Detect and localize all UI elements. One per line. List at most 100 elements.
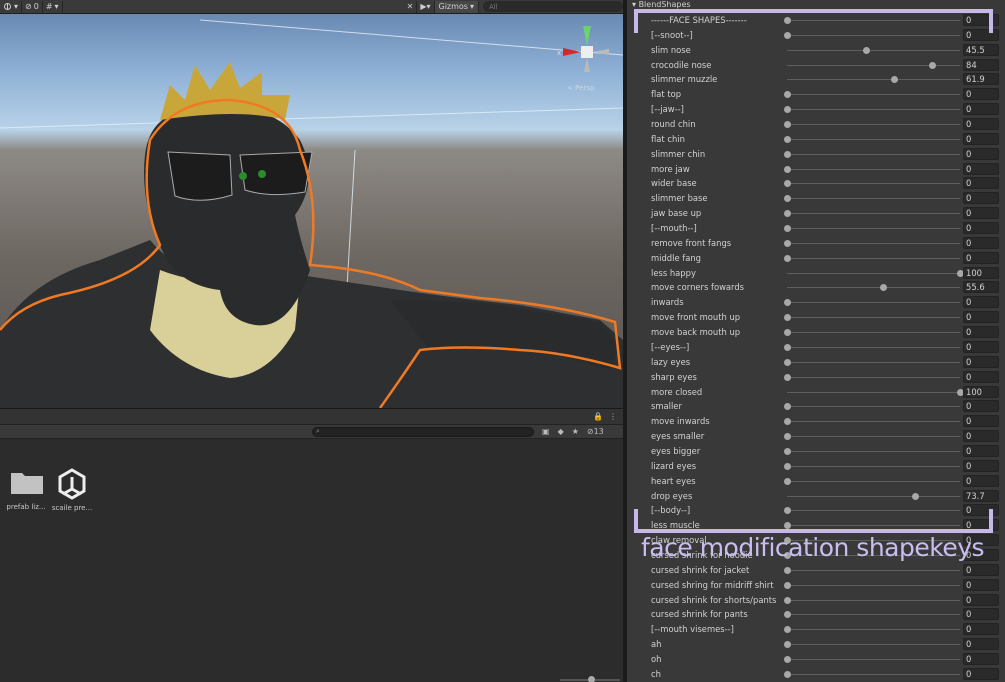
blendshape-slider-track[interactable] [787,183,960,185]
blendshape-slider-handle[interactable] [784,195,791,203]
blendshape-value-field[interactable]: 100 [963,266,999,279]
blendshape-slider-handle[interactable] [784,225,791,233]
blendshape-slider-track[interactable] [787,153,960,155]
blendshape-slider-handle[interactable] [784,254,791,262]
blendshape-slider-track[interactable] [787,20,960,21]
blendshape-slider-track[interactable] [787,614,960,616]
blendshape-slider-handle[interactable] [784,626,791,634]
blendshape-slider-track[interactable] [787,257,960,259]
blendshape-value-field[interactable]: 0 [963,355,999,368]
blendshape-slider-track[interactable] [787,436,960,438]
blendshape-value-field[interactable]: 55.6 [963,281,999,294]
blendshape-slider-handle[interactable] [784,239,791,247]
blendshape-slider-handle[interactable] [784,522,791,530]
asset-item[interactable]: prefab liz... [0,467,52,511]
blendshape-value-field[interactable]: 0 [963,593,999,606]
blendshape-value-field[interactable]: 0 [963,222,999,235]
blendshape-slider-track[interactable] [787,525,960,527]
blendshape-value-field[interactable]: 0 [963,340,999,353]
blendshape-slider-track[interactable] [787,569,960,571]
blendshape-slider-handle[interactable] [784,180,791,188]
blendshape-value-field[interactable]: 0 [963,132,999,145]
blendshape-value-field[interactable]: 0 [963,236,999,249]
scene-view[interactable]: ▾ ⊘ 0 # ▾ ✕ ▶▾ Gizmos ▾ All x < Persp [0,0,623,408]
blendshape-slider-handle[interactable] [911,492,919,500]
blendshape-slider-track[interactable] [787,450,960,452]
blendshape-value-field[interactable]: 0 [963,504,999,517]
blendshape-slider-track[interactable] [787,94,960,96]
blendshape-slider-track[interactable] [787,599,960,601]
blendshape-slider-track[interactable] [787,213,960,215]
blendshape-slider-track[interactable] [787,673,960,675]
blendshape-value-field[interactable]: 0 [963,177,999,190]
hidden-packages-toggle[interactable]: ⊘13 [587,427,604,436]
blendshape-slider-track[interactable] [787,79,960,81]
character-model[interactable]: x < Persp [0,0,623,408]
blendshape-slider-handle[interactable] [784,91,791,99]
blendshapes-foldout[interactable]: ▾ BlendShapes [632,0,691,10]
blendshape-slider-handle[interactable] [784,150,791,158]
blendshape-slider-handle[interactable] [784,641,791,649]
blendshape-slider-handle[interactable] [784,403,791,411]
blendshape-slider-handle[interactable] [784,433,791,441]
blendshape-value-field[interactable]: 0 [963,652,999,665]
blendshape-slider-track[interactable] [787,658,960,660]
blendshape-value-field[interactable]: 0 [963,326,999,339]
blendshape-slider-handle[interactable] [784,477,791,485]
blendshape-slider-handle[interactable] [784,299,791,307]
blendshape-value-field[interactable]: 0 [963,370,999,383]
blendshape-slider-track[interactable] [787,346,960,348]
favorites-star-icon[interactable]: ★ [572,427,579,436]
blendshape-value-field[interactable]: 0 [963,430,999,443]
blendshape-value-field[interactable]: 0 [963,192,999,205]
blendshape-value-field[interactable]: 0 [963,14,999,26]
blendshape-slider-handle[interactable] [784,343,791,351]
blendshape-slider-handle[interactable] [784,106,791,114]
icon-size-slider-handle[interactable] [588,676,595,682]
blendshape-slider-track[interactable] [787,272,960,274]
blendshape-slider-track[interactable] [787,242,960,244]
blendshape-slider-handle[interactable] [784,329,791,337]
blendshape-value-field[interactable]: 0 [963,251,999,264]
blendshape-value-field[interactable]: 0 [963,311,999,324]
blendshape-value-field[interactable]: 0 [963,162,999,175]
blendshape-slider-handle[interactable] [784,373,791,381]
filter-by-type-icon[interactable]: ▣ [542,427,550,436]
blendshape-value-field[interactable]: 100 [963,385,999,398]
blendshape-slider-track[interactable] [787,109,960,111]
blendshape-slider-handle[interactable] [929,61,937,69]
blendshape-slider-track[interactable] [787,168,960,170]
blendshape-slider-track[interactable] [787,302,960,304]
filter-by-label-icon[interactable]: ◆ [558,427,564,436]
blendshape-slider-handle[interactable] [784,17,791,24]
blendshape-value-field[interactable]: 0 [963,88,999,101]
blendshape-slider-track[interactable] [787,629,960,631]
project-search-input[interactable]: ⌕ [312,426,534,437]
blendshape-slider-track[interactable] [787,332,960,334]
blendshape-slider-track[interactable] [787,317,960,319]
blendshape-slider-handle[interactable] [784,462,791,470]
blendshape-slider-track[interactable] [787,228,960,230]
blendshape-slider-track[interactable] [787,391,960,393]
blendshape-value-field[interactable]: 84 [963,58,999,71]
blendshape-slider-handle[interactable] [784,566,791,574]
blendshape-slider-handle[interactable] [784,670,791,678]
blendshape-slider-track[interactable] [787,287,960,289]
blendshape-value-field[interactable]: 0 [963,563,999,576]
blendshape-value-field[interactable]: 0 [963,578,999,591]
blendshape-value-field[interactable]: 0 [963,444,999,457]
blendshape-slider-handle[interactable] [784,121,791,129]
blendshape-value-field[interactable]: 0 [963,623,999,636]
lock-icon[interactable]: 🔒 [593,412,603,421]
blendshape-slider-track[interactable] [787,480,960,482]
blendshape-slider-track[interactable] [787,584,960,586]
blendshape-value-field[interactable]: 0 [963,28,999,41]
blendshape-value-field[interactable]: 0 [963,118,999,131]
blendshape-value-field[interactable]: 0 [963,103,999,116]
blendshape-slider-handle[interactable] [784,135,791,143]
blendshape-slider-track[interactable] [787,644,960,646]
asset-item[interactable]: scaile pre... [46,467,98,512]
blendshape-slider-track[interactable] [787,510,960,512]
blendshape-value-field[interactable]: 45.5 [963,43,999,56]
blendshape-slider-handle[interactable] [784,31,791,39]
